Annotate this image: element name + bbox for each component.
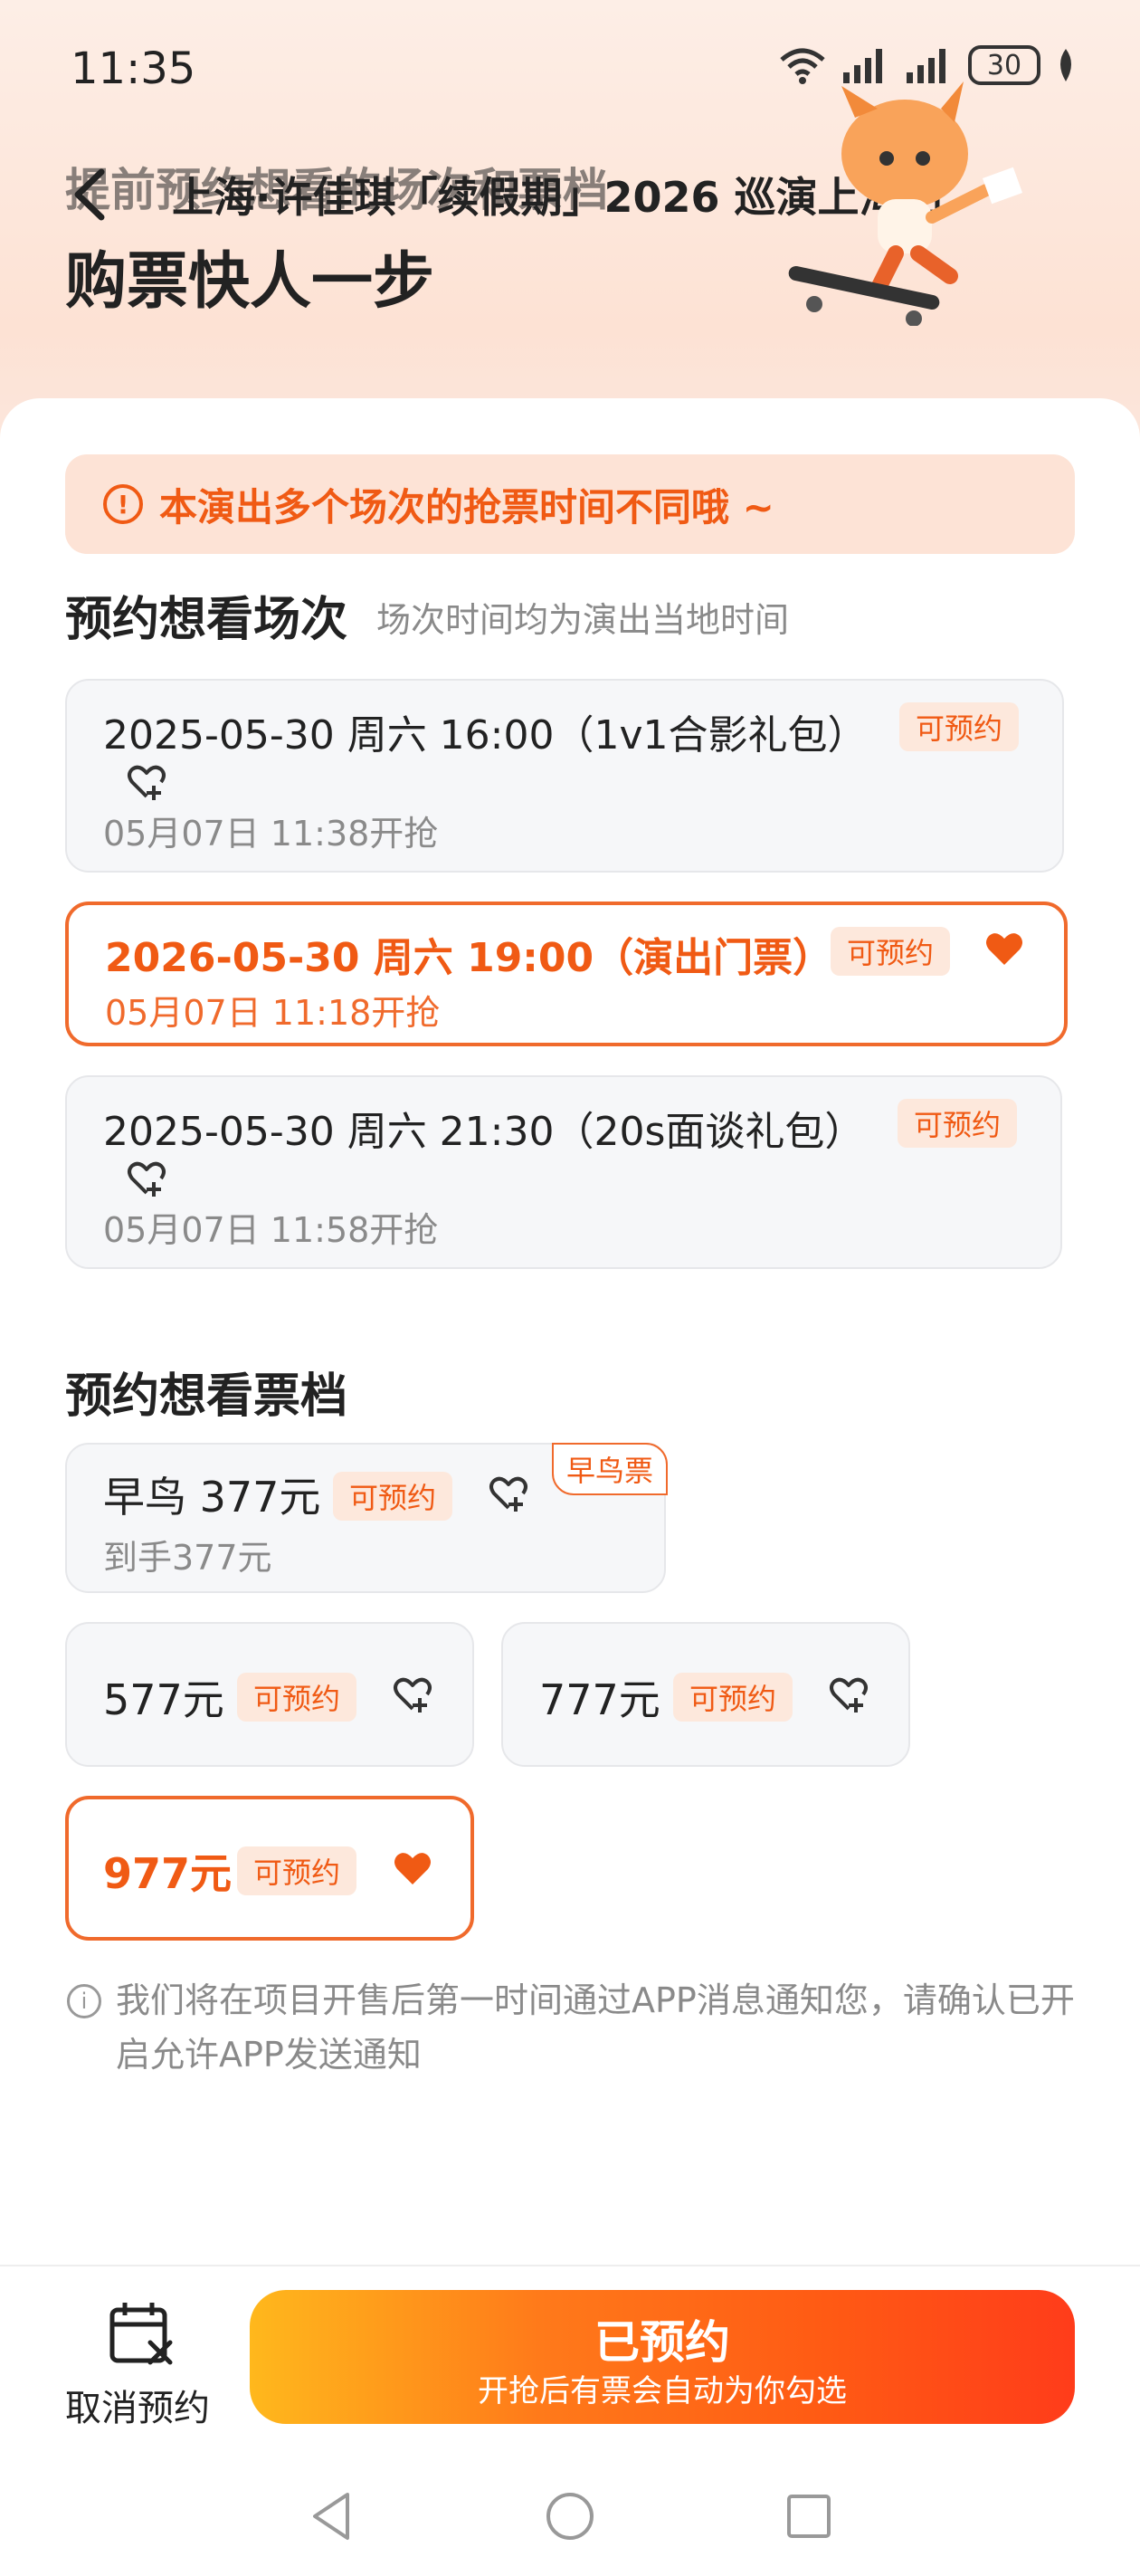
heart-add-icon[interactable] — [827, 1673, 870, 1716]
system-nav-bar — [0, 2462, 1140, 2574]
leaf-icon — [1060, 49, 1071, 81]
sessions-subtitle: 场次时间均为演出当地时间 — [376, 600, 790, 640]
heart-add-icon[interactable] — [125, 760, 168, 804]
status-badge: 可预约 — [898, 1099, 1018, 1148]
status-time: 11:35 — [71, 43, 196, 94]
tier-price: 早鸟 377元 — [103, 1473, 321, 1522]
heart-add-icon[interactable] — [125, 1157, 168, 1200]
session-open-time: 05月07日 11:18开抢 — [105, 993, 441, 1033]
heart-add-icon[interactable] — [487, 1472, 530, 1515]
tier-card-977[interactable]: 977元 可预约 — [65, 1796, 474, 1941]
status-badge: 可预约 — [237, 1673, 357, 1722]
heart-add-icon[interactable] — [391, 1673, 434, 1716]
status-badge: 可预约 — [673, 1673, 793, 1722]
tier-card-577[interactable]: 577元 可预约 — [65, 1622, 474, 1767]
session-title: 2026-05-30 周六 19:00（演出门票） — [105, 935, 833, 981]
status-badge: 可预约 — [333, 1472, 453, 1521]
heart-filled-icon[interactable] — [983, 927, 1026, 970]
session-open-time: 05月07日 11:38开抢 — [103, 814, 439, 854]
cta-main-label: 已预约 — [594, 2316, 730, 2369]
battery-icon: 30 — [968, 45, 1040, 85]
nav-recent-icon[interactable] — [784, 2491, 834, 2542]
early-bird-tag: 早鸟票 — [552, 1443, 669, 1495]
session-title: 2025-05-30 周六 21:30（20s面谈礼包） — [103, 1109, 865, 1155]
notice-banner: ! 本演出多个场次的抢票时间不同哦 ~ — [65, 454, 1075, 554]
mascot-illustration — [788, 81, 1023, 326]
nav-back-icon[interactable] — [308, 2489, 356, 2543]
reserved-cta-button[interactable]: 已预约 开抢后有票会自动为你勾选 — [250, 2290, 1075, 2424]
signal-icon — [843, 49, 882, 83]
signal-icon — [907, 49, 945, 83]
cta-sub-label: 开抢后有票会自动为你勾选 — [478, 2373, 847, 2409]
tier-card-early-bird[interactable]: 早鸟 377元 可预约 到手377元 早鸟票 — [65, 1443, 669, 1593]
session-card-1[interactable]: 2025-05-30 周六 16:00（1v1合影礼包） 可预约 05月07日 … — [65, 679, 1064, 873]
hero-title: 购票快人一步 — [65, 246, 435, 318]
tier-price: 577元 — [103, 1675, 224, 1724]
tiers-title: 预约想看票档 — [65, 1369, 348, 1424]
notification-info-text: 我们将在项目开售后第一时间通过APP消息通知您，请确认已开启允许APP发送通知 — [116, 1980, 1075, 2075]
session-card-2[interactable]: 2026-05-30 周六 19:00（演出门票） 可预约 05月07日 11:… — [65, 902, 1068, 1046]
alert-icon: ! — [103, 484, 143, 524]
status-badge: 可预约 — [831, 927, 951, 976]
tier-price: 777元 — [539, 1675, 660, 1724]
cancel-reservation-button[interactable]: 取消预约 — [65, 2290, 255, 2429]
status-badge: 可预约 — [237, 1846, 357, 1895]
session-card-3[interactable]: 2025-05-30 周六 21:30（20s面谈礼包） 可预约 05月07日 … — [65, 1075, 1062, 1269]
notice-text: 本演出多个场次的抢票时间不同哦 ~ — [159, 484, 774, 530]
info-icon: i — [67, 1984, 101, 2018]
tier-net-price: 到手377元 — [103, 1538, 272, 1578]
battery-level: 30 — [986, 49, 1022, 81]
cancel-reservation-label: 取消预约 — [65, 2388, 210, 2429]
nav-home-icon[interactable] — [543, 2489, 597, 2543]
tier-price: 977元 — [103, 1849, 233, 1898]
session-title: 2025-05-30 周六 16:00（1v1合影礼包） — [103, 712, 868, 758]
sessions-title: 预约想看场次 — [65, 593, 348, 647]
back-arrow-icon[interactable] — [65, 163, 119, 226]
status-badge: 可预约 — [899, 702, 1020, 751]
session-open-time: 05月07日 11:58开抢 — [103, 1210, 439, 1250]
heart-filled-icon[interactable] — [391, 1846, 434, 1890]
calendar-cancel-icon — [109, 2303, 173, 2365]
status-icons: 30 — [778, 45, 1077, 85]
wifi-icon — [780, 48, 825, 84]
tier-card-777[interactable]: 777元 可预约 — [501, 1622, 910, 1767]
